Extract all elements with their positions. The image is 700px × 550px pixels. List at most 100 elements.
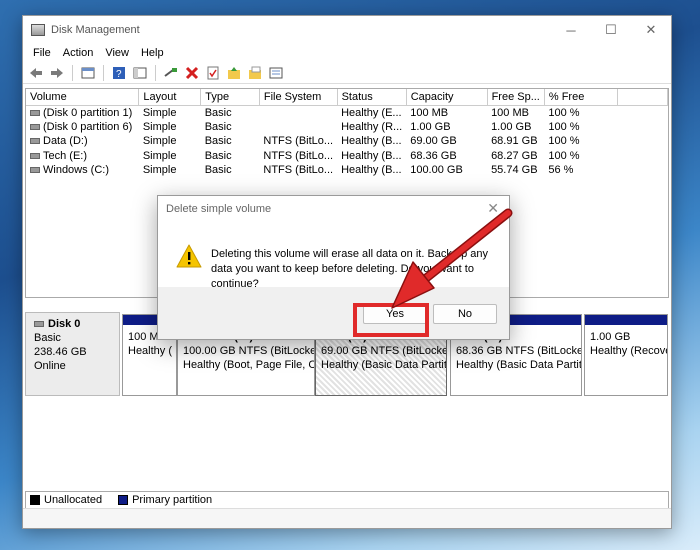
table-header: Volume Layout Type File System Status Ca… — [26, 89, 668, 106]
column-header-layout[interactable]: Layout — [138, 89, 202, 106]
svg-text:?: ? — [116, 69, 122, 80]
cell-capacity: 69.00 GB — [410, 135, 457, 148]
close-button[interactable]: ✕ — [631, 16, 671, 44]
cell-volume: (Disk 0 partition 1) — [43, 106, 133, 119]
cell-file-system: NTFS (BitLo... — [263, 149, 334, 162]
column-header-type[interactable]: Type — [200, 89, 260, 106]
volume-table: Volume Layout Type File System Status Ca… — [26, 89, 668, 178]
column-header-file-system[interactable]: File System — [259, 89, 338, 106]
cell-file-system: NTFS (BitLo... — [263, 164, 334, 177]
disk-status: Online — [34, 360, 66, 372]
disk-size: 238.46 GB — [34, 346, 87, 358]
cell-status: Healthy (B... — [341, 149, 402, 162]
legend-primary-partition: Primary partition — [132, 494, 213, 506]
disk-icon — [34, 321, 44, 327]
no-button[interactable]: No — [433, 304, 497, 324]
cell-percent-free: 100 % — [548, 149, 580, 162]
menu-bar: File Action View Help — [23, 44, 671, 62]
column-header-status[interactable]: Status — [337, 89, 407, 106]
cell-status: Healthy (B... — [341, 164, 402, 177]
disk-type: Basic — [34, 332, 61, 344]
partition-size: 68.36 GB NTFS (BitLocker E — [456, 345, 581, 357]
forward-icon[interactable] — [48, 64, 66, 82]
partition-status: Healthy ( — [128, 345, 173, 357]
cell-percent-free: 100 % — [548, 106, 580, 119]
title-bar: Disk Management ─ ☐ ✕ — [23, 16, 671, 44]
cell-percent-free: 100 % — [548, 135, 580, 148]
cell-type: Basic — [204, 135, 232, 148]
partition-status: Healthy (Basic Data Partitic — [321, 359, 446, 371]
table-row[interactable]: Data (D:) Simple Basic NTFS (BitLo... He… — [26, 134, 668, 149]
unallocated-swatch — [30, 495, 40, 505]
folder-open-icon[interactable] — [246, 64, 264, 82]
cell-file-system — [259, 120, 337, 135]
properties-icon[interactable] — [79, 64, 97, 82]
menu-view[interactable]: View — [99, 47, 135, 59]
window-title: Disk Management — [51, 24, 140, 36]
partition-recovery[interactable]: 1.00 GB Healthy (Recove — [584, 314, 668, 396]
cell-free-space: 55.74 GB — [491, 164, 538, 177]
cell-file-system: NTFS (BitLo... — [263, 135, 334, 148]
yes-button[interactable]: Yes — [363, 304, 427, 324]
column-header-volume[interactable]: Volume — [26, 89, 140, 106]
cell-volume: (Disk 0 partition 6) — [43, 120, 133, 133]
cell-capacity: 100 MB — [410, 106, 449, 119]
cell-type: Basic — [204, 149, 232, 162]
help-icon[interactable]: ? — [110, 64, 128, 82]
disk-icon — [30, 167, 40, 174]
table-row[interactable]: (Disk 0 partition 6) Simple Basic Health… — [26, 120, 668, 135]
delete-icon[interactable] — [183, 64, 201, 82]
column-header-capacity[interactable]: Capacity — [406, 89, 488, 106]
cell-status: Healthy (B... — [341, 135, 402, 148]
cell-type: Basic — [204, 164, 232, 177]
view-icon[interactable] — [267, 64, 285, 82]
cell-capacity: 100.00 GB — [410, 164, 463, 177]
menu-help[interactable]: Help — [135, 47, 170, 59]
cell-file-system — [259, 105, 337, 120]
column-header-filler — [617, 89, 668, 106]
partition-size: 69.00 GB NTFS (BitLocker E — [321, 345, 446, 357]
cell-layout: Simple — [142, 120, 177, 133]
cell-volume: Windows (C:) — [43, 164, 110, 177]
partition-size: 100.00 GB NTFS (BitLocker — [183, 345, 314, 357]
cell-type: Basic — [204, 120, 232, 133]
menu-file[interactable]: File — [27, 47, 57, 59]
back-icon[interactable] — [27, 64, 45, 82]
cell-capacity: 68.36 GB — [410, 149, 457, 162]
primary-partition-swatch — [118, 495, 129, 505]
connect-icon[interactable] — [162, 64, 180, 82]
partition-status: Healthy (Basic Data Partitic — [456, 359, 581, 371]
check-icon[interactable] — [204, 64, 222, 82]
dialog-footer: Yes No — [158, 287, 509, 339]
cell-capacity: 1.00 GB — [410, 120, 451, 133]
dialog-message: Deleting this volume will erase all data… — [211, 248, 488, 290]
partition-size: 1.00 GB — [590, 331, 631, 343]
table-row[interactable]: Windows (C:) Simple Basic NTFS (BitLo...… — [26, 163, 668, 178]
status-bar — [23, 508, 671, 528]
cell-volume: Tech (E:) — [43, 149, 88, 162]
cell-percent-free: 100 % — [548, 120, 580, 133]
disk-icon — [30, 138, 40, 145]
column-header-percent-free[interactable]: % Free — [544, 89, 619, 106]
cell-free-space: 1.00 GB — [491, 120, 532, 133]
delete-volume-dialog: Delete simple volume ✕ Deleting this vol… — [157, 195, 510, 340]
disk-name: Disk 0 — [48, 318, 81, 330]
maximize-button[interactable]: ☐ — [591, 16, 631, 44]
table-row[interactable]: Tech (E:) Simple Basic NTFS (BitLo... He… — [26, 149, 668, 164]
menu-action[interactable]: Action — [57, 47, 100, 59]
console-icon[interactable] — [131, 64, 149, 82]
cell-layout: Simple — [142, 149, 177, 162]
disk-0-label[interactable]: Disk 0 Basic 238.46 GB Online — [25, 312, 120, 396]
table-row[interactable]: (Disk 0 partition 1) Simple Basic Health… — [26, 105, 668, 120]
dialog-close-button[interactable]: ✕ — [487, 200, 499, 217]
cell-type: Basic — [204, 106, 232, 119]
cell-volume: Data (D:) — [43, 135, 88, 148]
disk-management-icon — [31, 24, 45, 36]
cell-layout: Simple — [142, 135, 177, 148]
cell-free-space: 68.27 GB — [491, 149, 538, 162]
column-header-free-space[interactable]: Free Sp... — [487, 89, 545, 106]
disk-icon — [30, 123, 40, 130]
minimize-button[interactable]: ─ — [551, 16, 591, 44]
folder-up-icon[interactable] — [225, 64, 243, 82]
dialog-title: Delete simple volume — [166, 203, 272, 215]
